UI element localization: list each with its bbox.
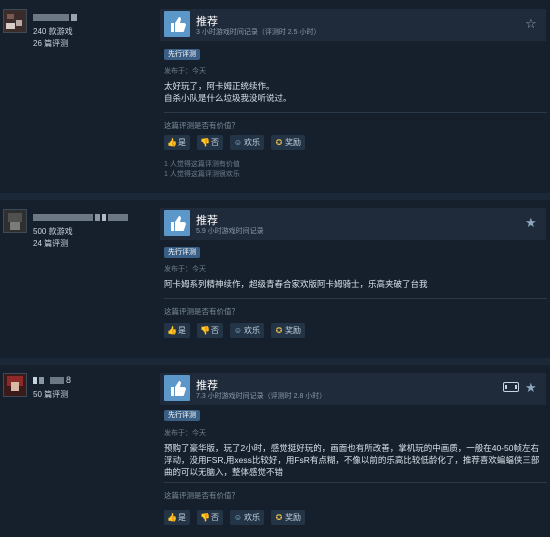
thumbs-down-icon: 👎	[200, 513, 210, 522]
posted-date: 发布于：今天	[164, 266, 206, 273]
star-icon[interactable]: ★	[525, 215, 537, 231]
vote-funny-label: 欢乐	[244, 138, 260, 147]
vote-no-button[interactable]: 👎否	[197, 323, 223, 338]
playtime: 5.9 小时游戏时间记录	[196, 228, 264, 235]
star-icon[interactable]: ☆	[525, 16, 537, 32]
vote-yes-label: 是	[178, 138, 186, 147]
author-reviews-count[interactable]: 24 篇评测	[33, 238, 68, 249]
author-name[interactable]: 8	[33, 375, 71, 385]
found-funny-line: 1 人觉得这篇评测很欢乐	[164, 171, 240, 178]
vote-funny-button[interactable]: ☺ 欢乐	[230, 510, 264, 525]
thumbs-up-icon	[164, 210, 190, 236]
review-separator	[0, 358, 550, 365]
vote-no-label: 否	[211, 326, 219, 335]
avatar[interactable]	[3, 9, 27, 33]
playtime: 3 小时游戏时间记录（评测时 2.5 小时）	[196, 29, 321, 36]
vote-yes-label: 是	[178, 513, 186, 522]
vote-no-label: 否	[211, 138, 219, 147]
review-line: 阿卡姆系列精神续作，超级青春合家欢版阿卡姆骑士，乐高夹破了台我	[164, 279, 428, 289]
thumbs-down-icon: 👎	[200, 138, 210, 147]
author-games-count[interactable]: 240 款游戏	[33, 26, 73, 37]
review-line: 自杀小队是什么垃圾我没听说过。	[164, 93, 292, 103]
author-name[interactable]	[33, 12, 79, 22]
author-name-text[interactable]: 8	[66, 375, 71, 385]
award-button[interactable]: ✪ 奖励	[271, 323, 305, 338]
vote-yes-label: 是	[178, 326, 186, 335]
award-button[interactable]: ✪ 奖励	[271, 510, 305, 525]
thumbs-up-icon: 👍	[167, 326, 177, 335]
award-icon: ✪	[275, 326, 283, 335]
recommendation-header[interactable]: 推荐 3 小时游戏时间记录（评测时 2.5 小时） ☆	[160, 9, 546, 41]
award-icon: ✪	[275, 138, 283, 147]
vote-funny-label: 欢乐	[244, 326, 260, 335]
posted-date: 发布于：今天	[164, 430, 206, 437]
award-label: 奖励	[285, 138, 301, 147]
author-games-count[interactable]: 500 款游戏	[33, 226, 73, 237]
vote-yes-button[interactable]: 👍是	[164, 135, 190, 150]
divider	[164, 482, 547, 483]
vote-funny-button[interactable]: ☺ 欢乐	[230, 323, 264, 338]
divider	[164, 298, 547, 299]
review-line: 太好玩了，阿卡姆正统续作。	[164, 81, 275, 91]
smiley-icon: ☺	[233, 326, 243, 335]
vote-no-button[interactable]: 👎否	[197, 510, 223, 525]
star-icon[interactable]: ★	[525, 380, 537, 396]
vote-yes-button[interactable]: 👍是	[164, 510, 190, 525]
review-content: 太好玩了，阿卡姆正统续作。 自杀小队是什么垃圾我没听说过。	[164, 80, 544, 104]
avatar[interactable]	[3, 373, 27, 397]
author-reviews-count[interactable]: 50 篇评测	[33, 389, 68, 400]
early-access-badge: 先行评测	[164, 410, 200, 421]
vote-funny-label: 欢乐	[244, 513, 260, 522]
playtime: 7.3 小时游戏时间记录（评测时 2.8 小时）	[196, 393, 327, 400]
divider	[164, 112, 547, 113]
vote-yes-button[interactable]: 👍是	[164, 323, 190, 338]
review-card: 500 款游戏 24 篇评测 推荐 5.9 小时游戏时间记录 ★ 先行评测 发布…	[0, 200, 550, 358]
award-label: 奖励	[285, 326, 301, 335]
posted-date: 发布于：今天	[164, 68, 206, 75]
author-name[interactable]	[33, 212, 130, 222]
thumbs-up-icon	[164, 11, 190, 37]
recommendation-header[interactable]: 推荐 5.9 小时游戏时间记录 ★	[160, 208, 546, 240]
thumbs-up-icon	[164, 375, 190, 401]
found-helpful: 1 人觉得这篇评测有价值 1 人觉得这篇评测很欢乐	[164, 160, 240, 180]
review-card: 8 50 篇评测 推荐 7.3 小时游戏时间记录（评测时 2.8 小时） ★ 先…	[0, 365, 550, 537]
thumbs-up-icon: 👍	[167, 138, 177, 147]
thumbs-up-icon: 👍	[167, 513, 177, 522]
avatar[interactable]	[3, 209, 27, 233]
steam-deck-icon	[503, 382, 519, 392]
found-helpful-line: 1 人觉得这篇评测有价值	[164, 161, 240, 168]
review-line: 预购了豪华版，玩了2小时，感觉挺好玩的，画面也有所改善，掌机玩的中画质，一般在4…	[164, 443, 540, 477]
award-icon: ✪	[275, 513, 283, 522]
early-access-badge: 先行评测	[164, 247, 200, 258]
review-content: 阿卡姆系列精神续作，超级青春合家欢版阿卡姆骑士，乐高夹破了台我	[164, 278, 544, 290]
thumbs-down-icon: 👎	[200, 326, 210, 335]
vote-no-button[interactable]: 👎否	[197, 135, 223, 150]
helpful-question: 这篇评测是否有价值？	[164, 307, 239, 316]
helpful-question: 这篇评测是否有价值？	[164, 121, 239, 130]
smiley-icon: ☺	[233, 513, 243, 522]
award-button[interactable]: ✪ 奖励	[271, 135, 305, 150]
early-access-badge: 先行评测	[164, 49, 200, 60]
author-reviews-count[interactable]: 26 篇评测	[33, 38, 68, 49]
review-card: 240 款游戏 26 篇评测 推荐 3 小时游戏时间记录（评测时 2.5 小时）…	[0, 0, 550, 193]
helpful-question: 这篇评测是否有价值？	[164, 491, 239, 500]
vote-funny-button[interactable]: ☺ 欢乐	[230, 135, 264, 150]
vote-no-label: 否	[211, 513, 219, 522]
recommendation-header[interactable]: 推荐 7.3 小时游戏时间记录（评测时 2.8 小时） ★	[160, 373, 546, 405]
review-content: 预购了豪华版，玩了2小时，感觉挺好玩的，画面也有所改善，掌机玩的中画质，一般在4…	[164, 442, 544, 478]
smiley-icon: ☺	[233, 138, 243, 147]
review-separator	[0, 193, 550, 200]
award-label: 奖励	[285, 513, 301, 522]
